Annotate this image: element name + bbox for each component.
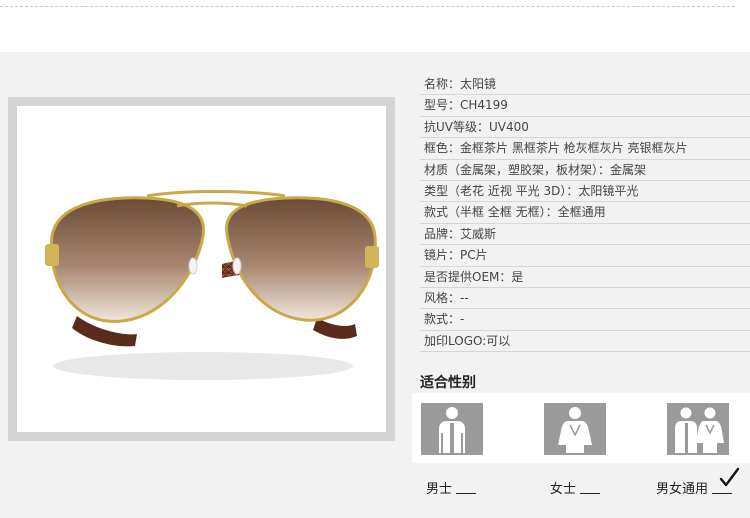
spec-row-model: 型号：CH4199 bbox=[420, 95, 750, 117]
gender-option-male[interactable]: 男士 bbox=[426, 478, 477, 497]
gender-section-title: 适合性别 bbox=[420, 375, 476, 391]
female-check-blank bbox=[580, 493, 601, 494]
product-detail-page: 名称：太阳镜 型号：CH4199 抗UV等级：UV400 框色：金框茶片 黑框茶… bbox=[0, 0, 750, 518]
gender-option-female[interactable]: 女士 bbox=[550, 478, 601, 497]
spec-row-name: 名称：太阳镜 bbox=[420, 74, 750, 96]
spec-row-design: 款式：- bbox=[420, 309, 750, 331]
spec-row-brand: 品牌：艾威斯 bbox=[420, 224, 750, 246]
spec-row-lens: 镜片：PC片 bbox=[420, 245, 750, 267]
gender-label-unisex: 男女通用 bbox=[656, 482, 709, 497]
spec-row-oem: 是否提供OEM：是 bbox=[420, 267, 750, 288]
top-dashed-divider bbox=[0, 6, 735, 7]
unisex-check-blank bbox=[712, 493, 733, 494]
female-figure-icon bbox=[544, 403, 606, 455]
spec-row-frame-style: 款式（半框 全框 无框）：全框通用 bbox=[420, 202, 750, 224]
checkmark-icon bbox=[718, 467, 740, 493]
product-photo bbox=[17, 106, 386, 432]
spec-list: 名称：太阳镜 型号：CH4199 抗UV等级：UV400 框色：金框茶片 黑框茶… bbox=[420, 74, 750, 353]
spec-row-style: 风格：-- bbox=[420, 288, 750, 310]
unisex-figures-icon bbox=[667, 403, 729, 455]
gender-label-female: 女士 bbox=[550, 482, 577, 497]
spec-row-logo: 加印LOGO:可以 bbox=[420, 331, 750, 353]
spec-row-uv: 抗UV等级：UV400 bbox=[420, 117, 750, 139]
male-check-blank bbox=[456, 493, 477, 494]
product-photo-frame bbox=[8, 97, 395, 441]
spec-row-material: 材质（金属架，塑胶架，板材架）：金属架 bbox=[420, 160, 750, 181]
spec-row-type: 类型（老花 近视 平光 3D）：太阳镜平光 bbox=[420, 181, 750, 203]
male-figure-icon bbox=[421, 403, 483, 455]
sunglasses-image bbox=[45, 190, 379, 380]
spec-row-frame-color: 框色：金框茶片 黑框茶片 枪灰框灰片 亮银框灰片 bbox=[420, 138, 750, 160]
gender-label-male: 男士 bbox=[426, 482, 453, 497]
